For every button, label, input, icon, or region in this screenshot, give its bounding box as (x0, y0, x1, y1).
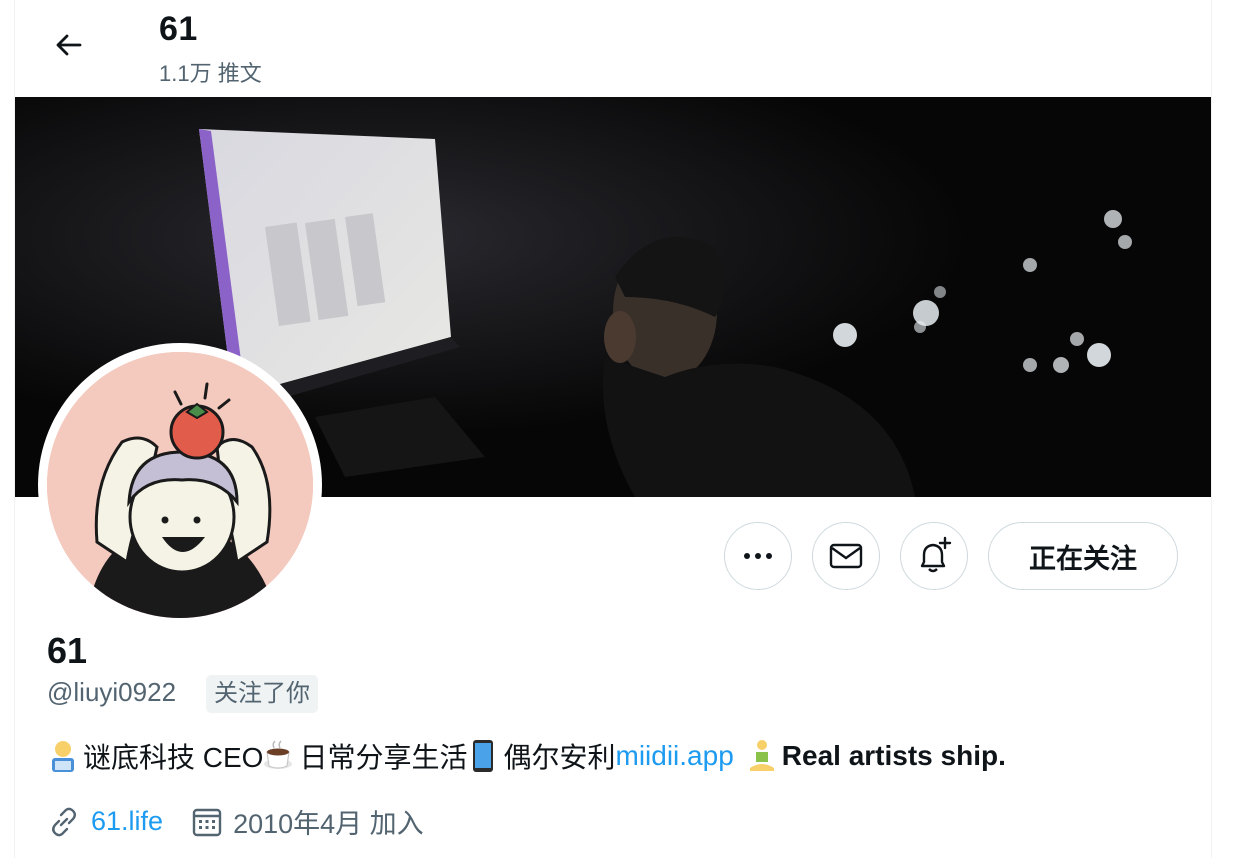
bio-text-1: 谜底科技 CEO (83, 742, 264, 773)
calendar-icon (192, 808, 222, 836)
display-name: 61 (47, 630, 88, 671)
profile-header: 61 1.1万 推文 (15, 0, 1211, 97)
avatar-image (47, 352, 313, 618)
back-button[interactable] (49, 25, 89, 65)
join-date: 2010年4月 加入 (233, 809, 424, 839)
coffee-emoji-icon (264, 740, 293, 769)
avatar[interactable] (38, 343, 322, 627)
profile-meta: 61.life 2010年4月 加入 (47, 802, 424, 841)
notifications-button[interactable] (900, 522, 968, 590)
column-border-right (1211, 0, 1212, 858)
tweet-count: 1.1万 推文 (159, 61, 262, 86)
arrow-left-icon (56, 34, 82, 56)
bio-text-2: 日常分享生活 (299, 742, 468, 773)
website-link[interactable]: 61.life (91, 806, 163, 837)
bio: 谜底科技 CEO 日常分享生活 偶尔安利 miidii.app Real art… (47, 736, 1006, 776)
bio-text-4: Real artists ship. (781, 740, 1006, 771)
more-button[interactable] (724, 522, 792, 590)
technologist-emoji-icon (52, 741, 74, 772)
more-icon (744, 553, 772, 559)
bell-plus-icon (920, 536, 952, 573)
envelope-icon (829, 543, 863, 569)
username: @liuyi0922 (47, 677, 177, 707)
link-icon (52, 807, 76, 836)
following-button[interactable]: 正在关注 (988, 522, 1178, 590)
bio-link[interactable]: miidii.app (616, 740, 734, 772)
follows-you-badge: 关注了你 (206, 675, 318, 713)
message-button[interactable] (812, 522, 880, 590)
meditation-emoji-icon (749, 740, 774, 771)
bio-text-3: 偶尔安利 (503, 742, 616, 773)
phone-emoji-icon (473, 740, 494, 772)
header-title: 61 (159, 10, 198, 48)
